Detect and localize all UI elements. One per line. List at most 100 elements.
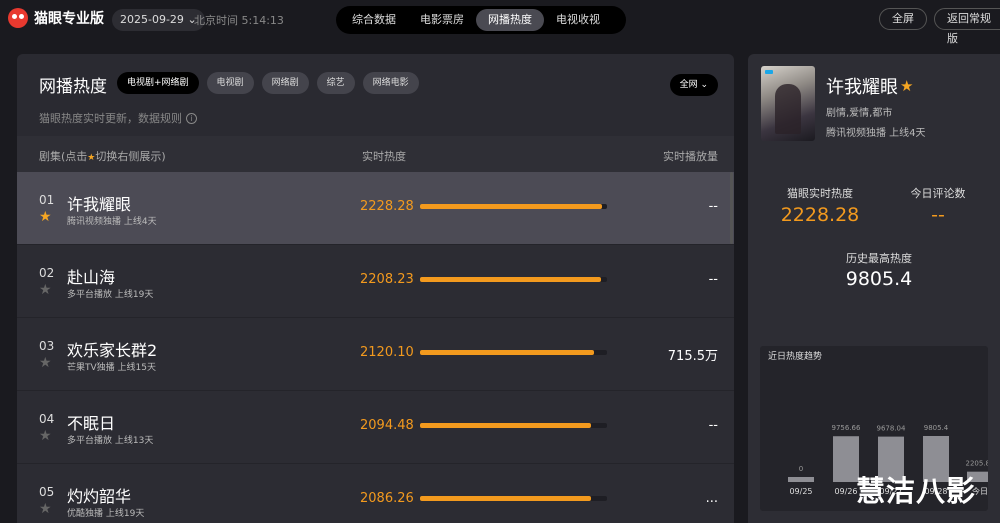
watermark: 慧洁八影 bbox=[856, 474, 977, 508]
realtime-heat-label: 猫眼实时热度 bbox=[787, 187, 853, 200]
star-icon[interactable]: ★ bbox=[39, 355, 52, 371]
beijing-time: 北京时间 5:14:13 bbox=[194, 14, 284, 27]
trend-category-label-1: 09/26 bbox=[834, 487, 857, 496]
column-plays: 实时播放量 bbox=[663, 150, 718, 163]
row-rank: 02 bbox=[39, 266, 55, 280]
filter-web-movie[interactable]: 网络电影 bbox=[362, 72, 419, 94]
star-icon[interactable]: ★ bbox=[39, 282, 52, 298]
scrollbar[interactable] bbox=[730, 172, 733, 244]
star-icon[interactable]: ★ bbox=[39, 501, 52, 517]
realtime-heat-value: 2228.28 bbox=[780, 204, 860, 226]
filter-web-drama[interactable]: 网络剧 bbox=[261, 72, 309, 94]
heat-bar-fill bbox=[420, 277, 601, 282]
row-heat: 2228.28 bbox=[360, 199, 414, 214]
row-title: 许我耀眼 bbox=[67, 195, 132, 214]
table-row[interactable]: 02 ★ 赴山海多平台播放 上线19天 2208.23 -- bbox=[17, 245, 734, 318]
row-plays: ... bbox=[705, 491, 718, 506]
cat-eye-logo-icon bbox=[8, 8, 28, 28]
date-value: 2025-09-29 bbox=[120, 13, 184, 26]
row-meta: 腾讯视频独播 上线4天 bbox=[67, 217, 157, 227]
back-to-normal-button[interactable]: 返回常规版 bbox=[934, 8, 1000, 45]
row-rank: 01 bbox=[39, 193, 55, 207]
row-title: 欢乐家长群2 bbox=[67, 341, 158, 360]
heat-bar-fill bbox=[420, 423, 592, 428]
star-icon[interactable]: ★ bbox=[39, 209, 52, 225]
row-plays: -- bbox=[708, 272, 718, 287]
table-row[interactable]: 03 ★ 欢乐家长群2 芒果TV独播 上线15天 2120.10 715.5万 bbox=[17, 318, 734, 391]
heat-bar-fill bbox=[420, 496, 591, 501]
row-rank: 03 bbox=[39, 339, 55, 353]
page-title: 网播热度 bbox=[39, 77, 107, 97]
heat-bar-fill bbox=[420, 350, 594, 355]
comments-value: -- bbox=[931, 204, 945, 226]
fullscreen-button[interactable]: 全屏 bbox=[879, 8, 927, 30]
logo-text: 猫眼专业版 bbox=[34, 11, 104, 27]
star-icon[interactable]: ★ bbox=[39, 428, 52, 444]
filter-tv-drama[interactable]: 电视剧 bbox=[206, 72, 254, 94]
detail-panel: 许我耀眼 ★ 剧情,爱情,都市 腾讯视频独播 上线4天 猫眼实时热度 2228.… bbox=[748, 54, 1000, 523]
trend-value-label-1: 9756.66 bbox=[832, 424, 861, 432]
column-series-suffix: 切换右侧展示) bbox=[95, 150, 166, 163]
tab-overall-data[interactable]: 综合数据 bbox=[340, 9, 408, 31]
row-plays: -- bbox=[708, 418, 718, 433]
heat-bar bbox=[420, 277, 607, 282]
row-title: 不眠日 bbox=[67, 414, 116, 433]
heat-bar bbox=[420, 423, 607, 428]
main-tabs: 综合数据 电影票房 网播热度 电视收视 bbox=[336, 6, 626, 34]
heat-bar-fill bbox=[420, 204, 603, 209]
trend-value-label-3: 9805.4 bbox=[924, 424, 949, 432]
ranking-panel: 网播热度 电视剧+网络剧 电视剧 网络剧 综艺 网络电影 全网 ⌄ 猫眼热度实时… bbox=[17, 54, 734, 523]
tab-online-heat[interactable]: 网播热度 bbox=[476, 9, 544, 31]
trend-bar-0 bbox=[788, 477, 814, 482]
row-meta: 多平台播放 上线19天 bbox=[67, 290, 154, 300]
tab-box-office[interactable]: 电影票房 bbox=[408, 9, 476, 31]
row-heat: 2120.10 bbox=[360, 345, 414, 360]
info-icon[interactable]: i bbox=[186, 112, 197, 124]
detail-genre: 剧情,爱情,都市 bbox=[826, 108, 893, 119]
peak-heat-label: 历史最高热度 bbox=[846, 252, 912, 265]
poster-image[interactable] bbox=[761, 66, 815, 141]
logo[interactable]: 猫眼专业版 bbox=[8, 8, 104, 28]
subtitle: 猫眼热度实时更新，数据规则 i bbox=[39, 110, 197, 126]
row-heat: 2094.48 bbox=[360, 418, 414, 433]
ranking-list: 01 ★ 许我耀眼腾讯视频独播 上线4天 2228.28 -- 02 ★ 赴山海多平台播放 上… bbox=[17, 172, 734, 523]
detail-title-text: 许我耀眼 bbox=[826, 77, 898, 98]
network-select[interactable]: 全网 ⌄ bbox=[669, 74, 718, 96]
row-plays: 715.5万 bbox=[667, 349, 718, 364]
heat-bar bbox=[420, 350, 607, 355]
row-title: 灼灼韶华 bbox=[67, 487, 132, 506]
trend-value-label-0: 0 bbox=[799, 465, 803, 473]
top-bar: 猫眼专业版 2025-09-29 ⌄ 北京时间 5:14:13 综合数据 电影票… bbox=[0, 0, 1000, 45]
row-title: 赴山海 bbox=[67, 268, 116, 287]
subtitle-text: 猫眼热度实时更新，数据规则 bbox=[39, 112, 182, 125]
tab-tv-ratings[interactable]: 电视收视 bbox=[544, 9, 612, 31]
peak-heat-value: 9805.4 bbox=[845, 268, 913, 290]
column-heat: 实时热度 bbox=[362, 150, 406, 163]
table-header: 剧集(点击★切换右侧展示) 实时热度 实时播放量 bbox=[17, 136, 734, 172]
row-plays: -- bbox=[708, 199, 718, 214]
comments-label: 今日评论数 bbox=[910, 187, 966, 200]
row-heat: 2086.26 bbox=[360, 491, 414, 506]
row-rank: 05 bbox=[39, 485, 55, 499]
column-series: 剧集(点击★切换右侧展示) bbox=[39, 148, 166, 164]
trend-category-label-0: 09/25 bbox=[789, 487, 812, 496]
row-heat: 2208.23 bbox=[360, 272, 414, 287]
detail-title: 许我耀眼 ★ bbox=[826, 73, 913, 99]
row-meta: 多平台播放 上线13天 bbox=[67, 436, 154, 446]
heat-bar bbox=[420, 204, 607, 209]
row-rank: 04 bbox=[39, 412, 55, 426]
table-row[interactable]: 01 ★ 许我耀眼腾讯视频独播 上线4天 2228.28 -- bbox=[17, 172, 734, 245]
column-series-prefix: 剧集(点击 bbox=[39, 150, 88, 163]
trend-value-label-2: 9678.04 bbox=[877, 425, 906, 433]
detail-platform: 腾讯视频独播 上线4天 bbox=[826, 128, 926, 139]
heat-bar bbox=[420, 496, 607, 501]
trend-value-label-4: 2205.85 bbox=[966, 460, 988, 468]
table-row[interactable]: 04 ★ 不眠日多平台播放 上线13天 2094.48 -- bbox=[17, 391, 734, 464]
star-icon: ★ bbox=[900, 77, 914, 95]
filter-variety[interactable]: 综艺 bbox=[316, 72, 355, 94]
table-row[interactable]: 05 ★ 灼灼韶华优酷独播 上线19天 2086.26... bbox=[17, 464, 734, 523]
category-filters: 电视剧+网络剧 电视剧 网络剧 综艺 网络电影 bbox=[117, 72, 419, 94]
row-meta: 优酷独播 上线19天 bbox=[67, 509, 145, 519]
date-selector[interactable]: 2025-09-29 ⌄ bbox=[112, 9, 205, 31]
filter-tv-and-web-drama[interactable]: 电视剧+网络剧 bbox=[117, 72, 199, 94]
